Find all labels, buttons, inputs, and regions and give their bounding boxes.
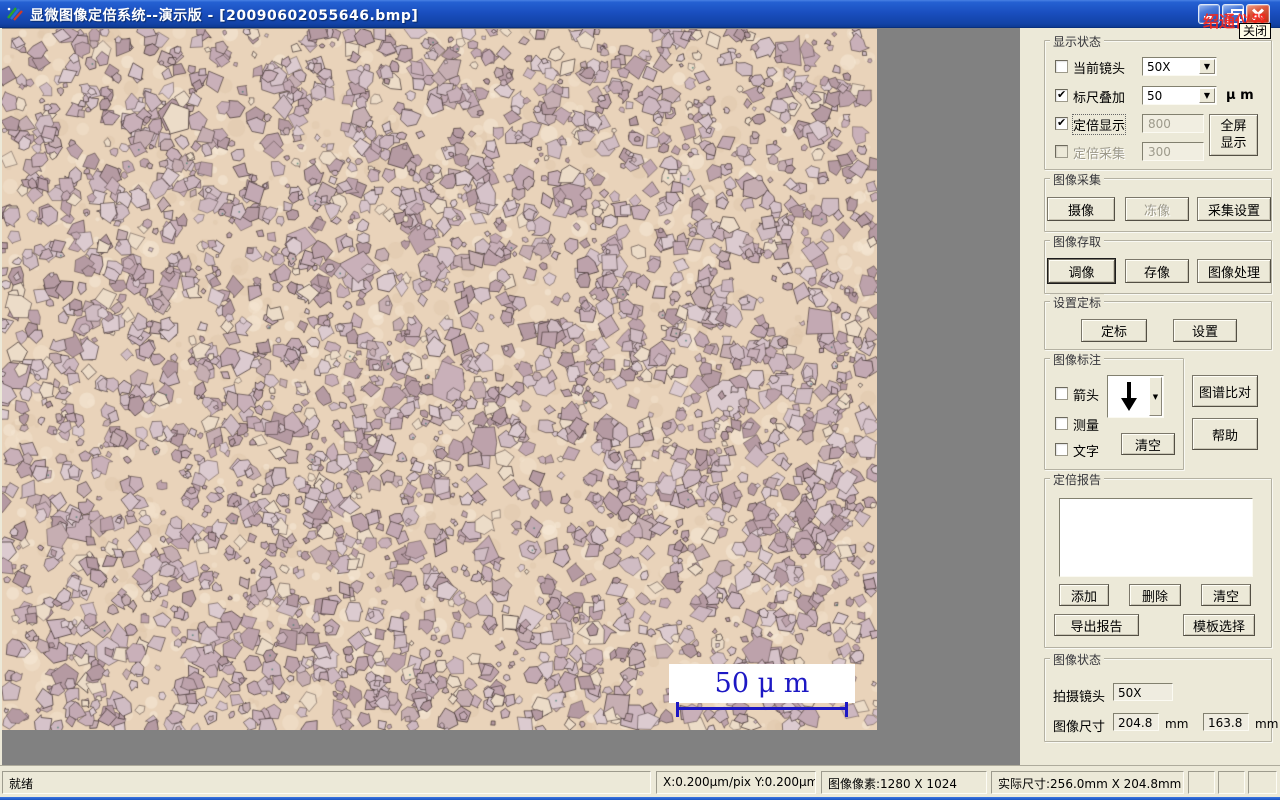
group-image-status-label: 图像状态	[1050, 651, 1105, 668]
statusbar-spare-panel	[1218, 771, 1245, 794]
image-process-button[interactable]: 图像处理	[1197, 259, 1271, 283]
image-width-value: 204.8	[1113, 713, 1159, 731]
ruler-unit-label: μ m	[1226, 88, 1254, 103]
fixed-capture-label: 定倍采集	[1073, 147, 1126, 162]
fullscreen-button[interactable]: 全屏 显示	[1209, 114, 1258, 156]
fixed-display-checkbox[interactable]	[1055, 116, 1068, 130]
fixed-capture-field: 300	[1142, 142, 1204, 161]
height-unit-label: mm	[1255, 717, 1279, 731]
ruler-overlay-checkbox[interactable]	[1055, 88, 1068, 102]
shooting-lens-value: 50X	[1113, 683, 1173, 701]
image-size-label: 图像尺寸	[1053, 720, 1106, 735]
camera-button[interactable]: 摄像	[1047, 197, 1115, 221]
measure-label[interactable]: 测量	[1073, 415, 1099, 434]
statusbar: 就绪 X:0.200μm/pix Y:0.200μm/pix 图像像素:1280…	[0, 765, 1280, 797]
group-image-storage-label: 图像存取	[1050, 233, 1105, 250]
group-annotation: 图像标注 箭头 测量 文字 ▼ 清空	[1044, 351, 1184, 470]
group-annotation-label: 图像标注	[1050, 351, 1105, 368]
freeze-button: 冻像	[1125, 197, 1189, 221]
report-delete-button[interactable]: 删除	[1129, 584, 1181, 606]
arrow-checkbox[interactable]	[1055, 387, 1068, 400]
width-unit-label: mm	[1165, 717, 1189, 731]
arrow-style-combo[interactable]: ▼	[1107, 375, 1164, 418]
fixed-display-field: 800	[1142, 114, 1204, 133]
micrograph-image[interactable]	[2, 29, 877, 730]
current-lens-label[interactable]: 当前镜头	[1073, 58, 1125, 77]
status-resolution: X:0.200μm/pix Y:0.200μm/pix	[656, 771, 816, 794]
atlas-compare-button[interactable]: 图谱比对	[1192, 375, 1258, 407]
template-select-button[interactable]: 模板选择	[1183, 614, 1255, 636]
group-calibration-label: 设置定标	[1050, 294, 1105, 311]
load-image-button[interactable]: 调像	[1048, 259, 1115, 283]
ruler-value-combo[interactable]: 50 ▼	[1142, 86, 1217, 105]
close-tooltip: 关闭	[1239, 23, 1272, 39]
fixed-capture-checkbox	[1055, 145, 1068, 158]
fixed-display-label[interactable]: 定倍显示	[1071, 114, 1127, 135]
group-report-label: 定倍报告	[1050, 471, 1105, 488]
window-title: 显微图像定倍系统--演示版 - [20090602055646.bmp]	[30, 8, 419, 24]
help-button[interactable]: 帮助	[1192, 418, 1258, 450]
app-icon	[6, 5, 23, 22]
image-display-area[interactable]: 50 μ m	[2, 28, 1020, 765]
chevron-down-icon[interactable]: ▼	[1149, 377, 1162, 416]
chevron-down-icon[interactable]: ▼	[1199, 59, 1215, 74]
scalebar-label-box: 50 μ m	[669, 664, 855, 703]
export-report-button[interactable]: 导出报告	[1054, 614, 1139, 636]
arrow-label[interactable]: 箭头	[1073, 385, 1099, 404]
report-add-button[interactable]: 添加	[1059, 584, 1109, 606]
status-image-pixels: 图像像素:1280 X 1024	[821, 771, 987, 794]
text-label[interactable]: 文字	[1073, 441, 1099, 460]
group-display-status-label: 显示状态	[1050, 33, 1105, 50]
control-panel: 显示状态 当前镜头 50X ▼ 标尺叠加 50 ▼ μ m 定倍显示 800 定…	[1020, 28, 1280, 765]
calibration-settings-button[interactable]: 设置	[1173, 319, 1237, 342]
status-ready: 就绪	[2, 771, 651, 794]
group-calibration: 设置定标 定标 设置	[1044, 294, 1272, 350]
current-lens-combo[interactable]: 50X ▼	[1142, 57, 1217, 76]
group-report: 定倍报告 添加 删除 清空 导出报告 模板选择	[1044, 471, 1272, 648]
measure-checkbox[interactable]	[1055, 417, 1068, 430]
group-image-capture: 图像采集 摄像 冻像 采集设置	[1044, 171, 1272, 232]
report-listbox[interactable]	[1059, 498, 1253, 577]
image-height-value: 163.8	[1203, 713, 1249, 731]
statusbar-spare-panel	[1248, 771, 1277, 794]
down-arrow-icon	[1118, 381, 1140, 416]
group-image-storage: 图像存取 调像 存像 图像处理	[1044, 233, 1272, 294]
report-clear-button[interactable]: 清空	[1201, 584, 1251, 606]
group-image-status: 图像状态 拍摄镜头 50X 图像尺寸 204.8 mm 163.8 mm	[1044, 651, 1278, 742]
chevron-down-icon[interactable]: ▼	[1199, 88, 1215, 103]
calibrate-button[interactable]: 定标	[1081, 319, 1147, 342]
titlebar[interactable]: 显微图像定倍系统--演示版 - [20090602055646.bmp]	[0, 0, 1280, 28]
scalebar-text: 50 μ m	[714, 668, 810, 699]
annotation-clear-button[interactable]: 清空	[1121, 433, 1175, 455]
shooting-lens-label: 拍摄镜头	[1053, 690, 1106, 705]
statusbar-spare-panel	[1188, 771, 1215, 794]
status-actual-size: 实际尺寸:256.0mm X 204.8mm	[991, 771, 1184, 794]
current-lens-checkbox[interactable]	[1055, 60, 1068, 73]
scalebar-line	[676, 702, 848, 717]
text-checkbox[interactable]	[1055, 443, 1068, 456]
ruler-overlay-label[interactable]: 标尺叠加	[1073, 87, 1125, 106]
group-display-status: 显示状态 当前镜头 50X ▼ 标尺叠加 50 ▼ μ m 定倍显示 800 定…	[1044, 33, 1272, 170]
save-image-button[interactable]: 存像	[1125, 259, 1189, 283]
capture-settings-button[interactable]: 采集设置	[1197, 197, 1271, 221]
group-image-capture-label: 图像采集	[1050, 171, 1105, 188]
